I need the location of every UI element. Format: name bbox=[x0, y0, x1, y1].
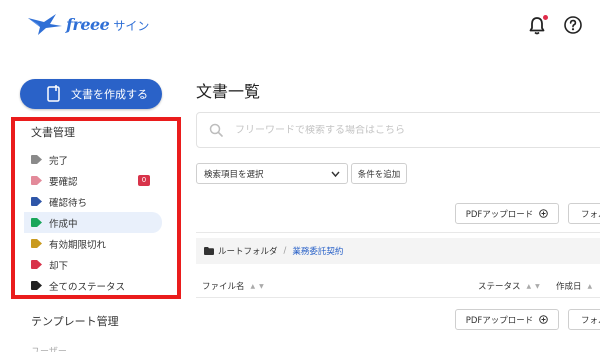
status-item-awaiting-review[interactable]: 確認待ち bbox=[24, 191, 162, 212]
freee-sign-logo[interactable]: freee サイン bbox=[26, 12, 149, 36]
column-label: ステータス bbox=[478, 282, 521, 292]
tag-shape bbox=[31, 218, 42, 227]
add-condition-button[interactable]: 条件を追加 bbox=[351, 163, 407, 184]
app-header: freee サイン bbox=[0, 0, 600, 52]
status-item-needs-review[interactable]: 要確認 0 bbox=[24, 170, 162, 191]
tag-icon bbox=[31, 239, 42, 248]
tag-shape bbox=[31, 239, 42, 248]
tag-shape bbox=[31, 260, 42, 269]
status-item-expired[interactable]: 有効期限切れ bbox=[24, 233, 162, 254]
sidebar-item-cut-off[interactable]: ユーザー bbox=[31, 344, 71, 352]
status-item-completed[interactable]: 完了 bbox=[24, 149, 162, 170]
plus-circle-icon bbox=[539, 209, 549, 218]
breadcrumb-separator: / bbox=[283, 246, 287, 256]
folder-button-bottom[interactable]: フォルダ bbox=[568, 309, 600, 330]
status-label: 要確認 bbox=[49, 176, 78, 188]
template-management-link[interactable]: テンプレート管理 bbox=[31, 313, 119, 329]
sort-arrows-icon: ▲▼ bbox=[526, 282, 544, 290]
notification-dot bbox=[543, 15, 548, 20]
create-document-button[interactable]: 文書を作成する bbox=[20, 79, 162, 109]
sort-arrows-icon: ▲▼ bbox=[250, 282, 268, 290]
tag-icon bbox=[31, 218, 42, 227]
table-header: ファイル名 ▲▼ ステータス ▲▼ 作成日 ▲ bbox=[196, 270, 600, 298]
status-item-rejected[interactable]: 却下 bbox=[24, 254, 162, 275]
search-icon bbox=[209, 123, 223, 137]
status-label: 有効期限切れ bbox=[49, 239, 107, 251]
sort-arrows-icon: ▲ bbox=[587, 282, 597, 290]
status-item-in-progress[interactable]: 作成中 bbox=[24, 212, 162, 233]
column-filename[interactable]: ファイル名 ▲▼ bbox=[202, 280, 268, 292]
pdf-upload-label: PDFアップロード bbox=[465, 209, 534, 220]
column-created[interactable]: 作成日 ▲ bbox=[556, 280, 596, 292]
plus-circle-icon bbox=[539, 315, 549, 324]
status-label: 完了 bbox=[49, 155, 69, 167]
search-field-select[interactable]: 検索項目を選択 bbox=[196, 163, 348, 184]
column-status[interactable]: ステータス ▲▼ bbox=[478, 280, 544, 292]
breadcrumb-current[interactable]: 業務委託契約 bbox=[292, 245, 343, 257]
tag-icon bbox=[31, 155, 42, 164]
tag-icon bbox=[31, 281, 42, 290]
status-filter-list: 完了 要確認 0 確認待ち 作成中 有効期限切れ 却下 全てのステータス bbox=[24, 149, 162, 296]
search-input[interactable] bbox=[235, 124, 595, 136]
tag-shape bbox=[31, 197, 42, 206]
count-badge: 0 bbox=[138, 175, 150, 186]
chevron-down-icon bbox=[331, 171, 340, 178]
pdf-upload-label: PDFアップロード bbox=[465, 315, 534, 326]
column-label: 作成日 bbox=[556, 282, 582, 292]
pdf-upload-button-bottom[interactable]: PDFアップロード bbox=[455, 309, 559, 330]
search-bar[interactable] bbox=[196, 112, 600, 148]
help-icon[interactable] bbox=[563, 15, 583, 35]
divider bbox=[196, 232, 600, 233]
folder-icon bbox=[204, 247, 214, 255]
page-title: 文書一覧 bbox=[196, 82, 261, 101]
select-value: 検索項目を選択 bbox=[204, 169, 264, 180]
tag-shape bbox=[31, 155, 42, 164]
folder-button[interactable]: フォルダ bbox=[568, 203, 600, 224]
status-label: 確認待ち bbox=[49, 197, 88, 209]
bird-logo-icon bbox=[28, 14, 62, 35]
status-label: 却下 bbox=[49, 260, 69, 272]
status-label: 全てのステータス bbox=[49, 281, 126, 293]
breadcrumb: ルートフォルダ / 業務委託契約 bbox=[196, 238, 600, 264]
tag-shape bbox=[31, 176, 42, 185]
logo-word: freee bbox=[66, 14, 110, 34]
column-label: ファイル名 bbox=[202, 282, 245, 292]
pdf-upload-button[interactable]: PDFアップロード bbox=[455, 203, 559, 224]
breadcrumb-root[interactable]: ルートフォルダ bbox=[218, 245, 278, 257]
tag-icon bbox=[31, 176, 42, 185]
status-label: 作成中 bbox=[49, 218, 78, 230]
tag-icon bbox=[31, 197, 42, 206]
create-document-label: 文書を作成する bbox=[71, 88, 148, 101]
status-item-all[interactable]: 全てのステータス bbox=[24, 275, 162, 296]
new-document-icon bbox=[47, 85, 60, 102]
document-management-heading: 文書管理 bbox=[31, 126, 75, 139]
tag-icon bbox=[31, 260, 42, 269]
tag-shape bbox=[31, 281, 42, 290]
logo-suffix: サイン bbox=[113, 18, 150, 33]
